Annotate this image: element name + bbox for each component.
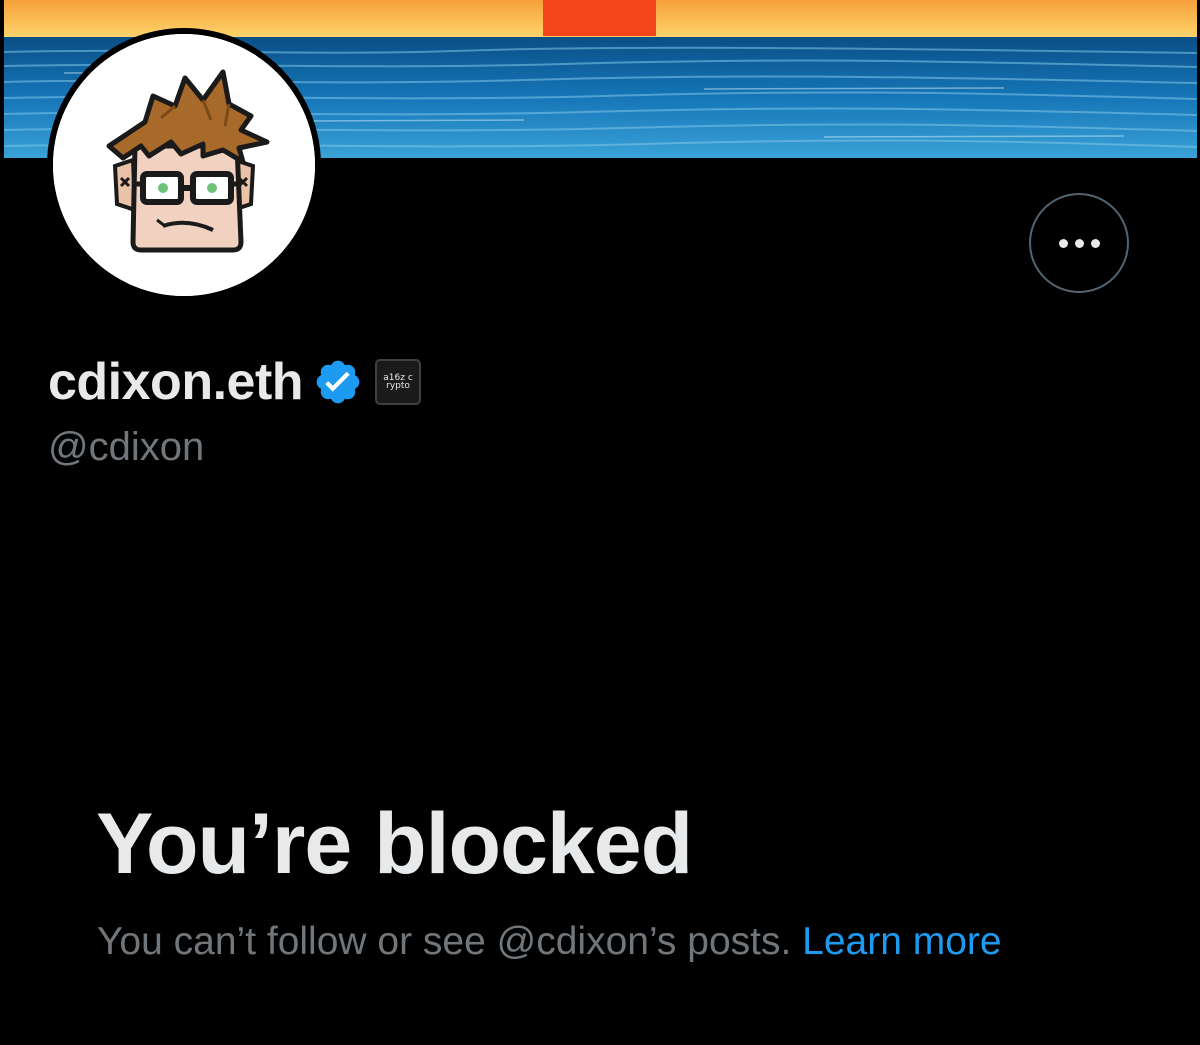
cartoon-avatar-icon — [53, 34, 315, 296]
more-horizontal-icon — [1058, 238, 1100, 248]
profile-page: cdixon.eth a16z crypto @cdixon You’re bl… — [0, 0, 1200, 1045]
blocked-message-text: You can’t follow or see @cdixon’s posts. — [97, 920, 792, 963]
profile-handle: @cdixon — [48, 425, 205, 469]
affiliate-badge-text: a16z crypto — [383, 373, 413, 391]
more-options-button[interactable] — [1029, 193, 1129, 293]
profile-name-row: cdixon.eth a16z crypto — [48, 350, 422, 414]
verified-badge-icon[interactable] — [313, 357, 363, 407]
affiliate-badge[interactable]: a16z crypto — [375, 359, 422, 405]
profile-avatar[interactable] — [47, 28, 321, 302]
learn-more-link[interactable]: Learn more — [802, 920, 1001, 963]
blocked-title: You’re blocked — [96, 796, 693, 892]
blocked-message: You can’t follow or see @cdixon’s posts.… — [97, 914, 1002, 970]
display-name: cdixon.eth — [48, 353, 304, 411]
